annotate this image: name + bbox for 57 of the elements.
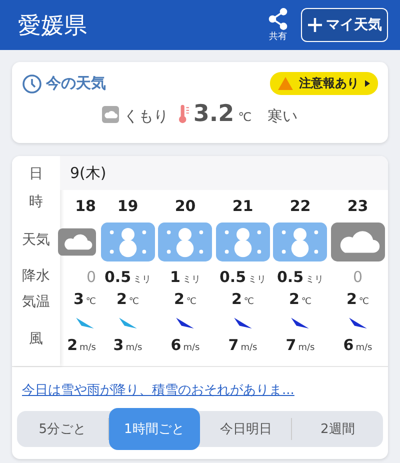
precipitation-value: 0 — [86, 267, 96, 288]
row-label: 降水 — [21, 267, 51, 286]
row-label: 気温 — [21, 293, 51, 312]
forecast-summary-link[interactable]: 今日は雪や雨が降り、積雪のおそれがありま... — [22, 383, 294, 398]
temperature-value: 3℃ — [73, 290, 96, 310]
my-weather-button[interactable]: マイ天気 — [301, 8, 388, 42]
wind-speed: 6 m/s — [170, 336, 200, 356]
section-title: 今の天気 — [46, 74, 106, 93]
share-icon — [267, 8, 289, 30]
thermometer-icon — [178, 104, 190, 124]
hour-label: 23 — [347, 196, 368, 217]
wind-speed: 7 m/s — [228, 336, 258, 356]
caret-icon — [365, 80, 370, 87]
interval-tab[interactable]: 今日明日 — [200, 411, 292, 447]
hour-label: 20 — [174, 196, 196, 217]
snowman-icon — [216, 222, 270, 262]
precipitation-value: 1 ミリ — [170, 267, 200, 288]
snowman-icon — [158, 222, 212, 262]
temperature-value: 2℃ — [288, 290, 312, 310]
wind-speed: 7 m/s — [286, 336, 315, 356]
temperature-value: 2℃ — [231, 290, 254, 310]
snowman-icon — [100, 222, 155, 262]
snowman-icon — [273, 222, 328, 262]
row-label: 時 — [28, 193, 44, 212]
cloud-icon — [330, 222, 385, 262]
precipitation-value: 0 — [352, 267, 363, 288]
cloud-icon — [102, 106, 120, 122]
hour-label: 22 — [290, 196, 311, 217]
precipitation-value: 0.5 ミリ — [276, 267, 324, 288]
wind-speed: 3 m/s — [113, 336, 142, 356]
alert-badge[interactable]: 注意報あり — [270, 72, 378, 95]
row-label: 天気 — [21, 231, 51, 250]
warning-icon — [278, 77, 293, 90]
plus-icon — [307, 17, 323, 33]
row-label: 風 — [28, 330, 44, 349]
temperature-value: 2℃ — [174, 290, 197, 310]
temperature-value: 2℃ — [116, 290, 140, 310]
interval-tab[interactable]: 5分ごと — [17, 411, 108, 447]
interval-tab[interactable]: 2週間 — [292, 411, 383, 447]
interval-tab[interactable]: 1時間ごと — [108, 408, 200, 450]
feeling-text: 寒い — [268, 107, 298, 126]
temperature-unit: ℃ — [238, 110, 252, 124]
share-button[interactable]: 共有 — [267, 8, 289, 42]
temperature-value: 2℃ — [346, 290, 370, 310]
precipitation-value: 0.5 ミリ — [219, 267, 266, 288]
hour-label: 21 — [232, 196, 254, 217]
hour-label: 18 — [75, 196, 96, 217]
wind-speed: 6 m/s — [343, 336, 372, 356]
wind-speed: 2 m/s — [67, 336, 96, 356]
hour-label: 19 — [117, 196, 138, 217]
temperature-value: 3.2 — [193, 101, 234, 127]
precipitation-value: 0.5 ミリ — [104, 267, 152, 288]
weather-text: くもり — [123, 107, 168, 126]
clock-icon — [22, 74, 42, 94]
date-label: 9(木) — [70, 164, 106, 182]
row-label: 日 — [28, 165, 44, 184]
page-title: 愛媛県 — [18, 12, 87, 40]
